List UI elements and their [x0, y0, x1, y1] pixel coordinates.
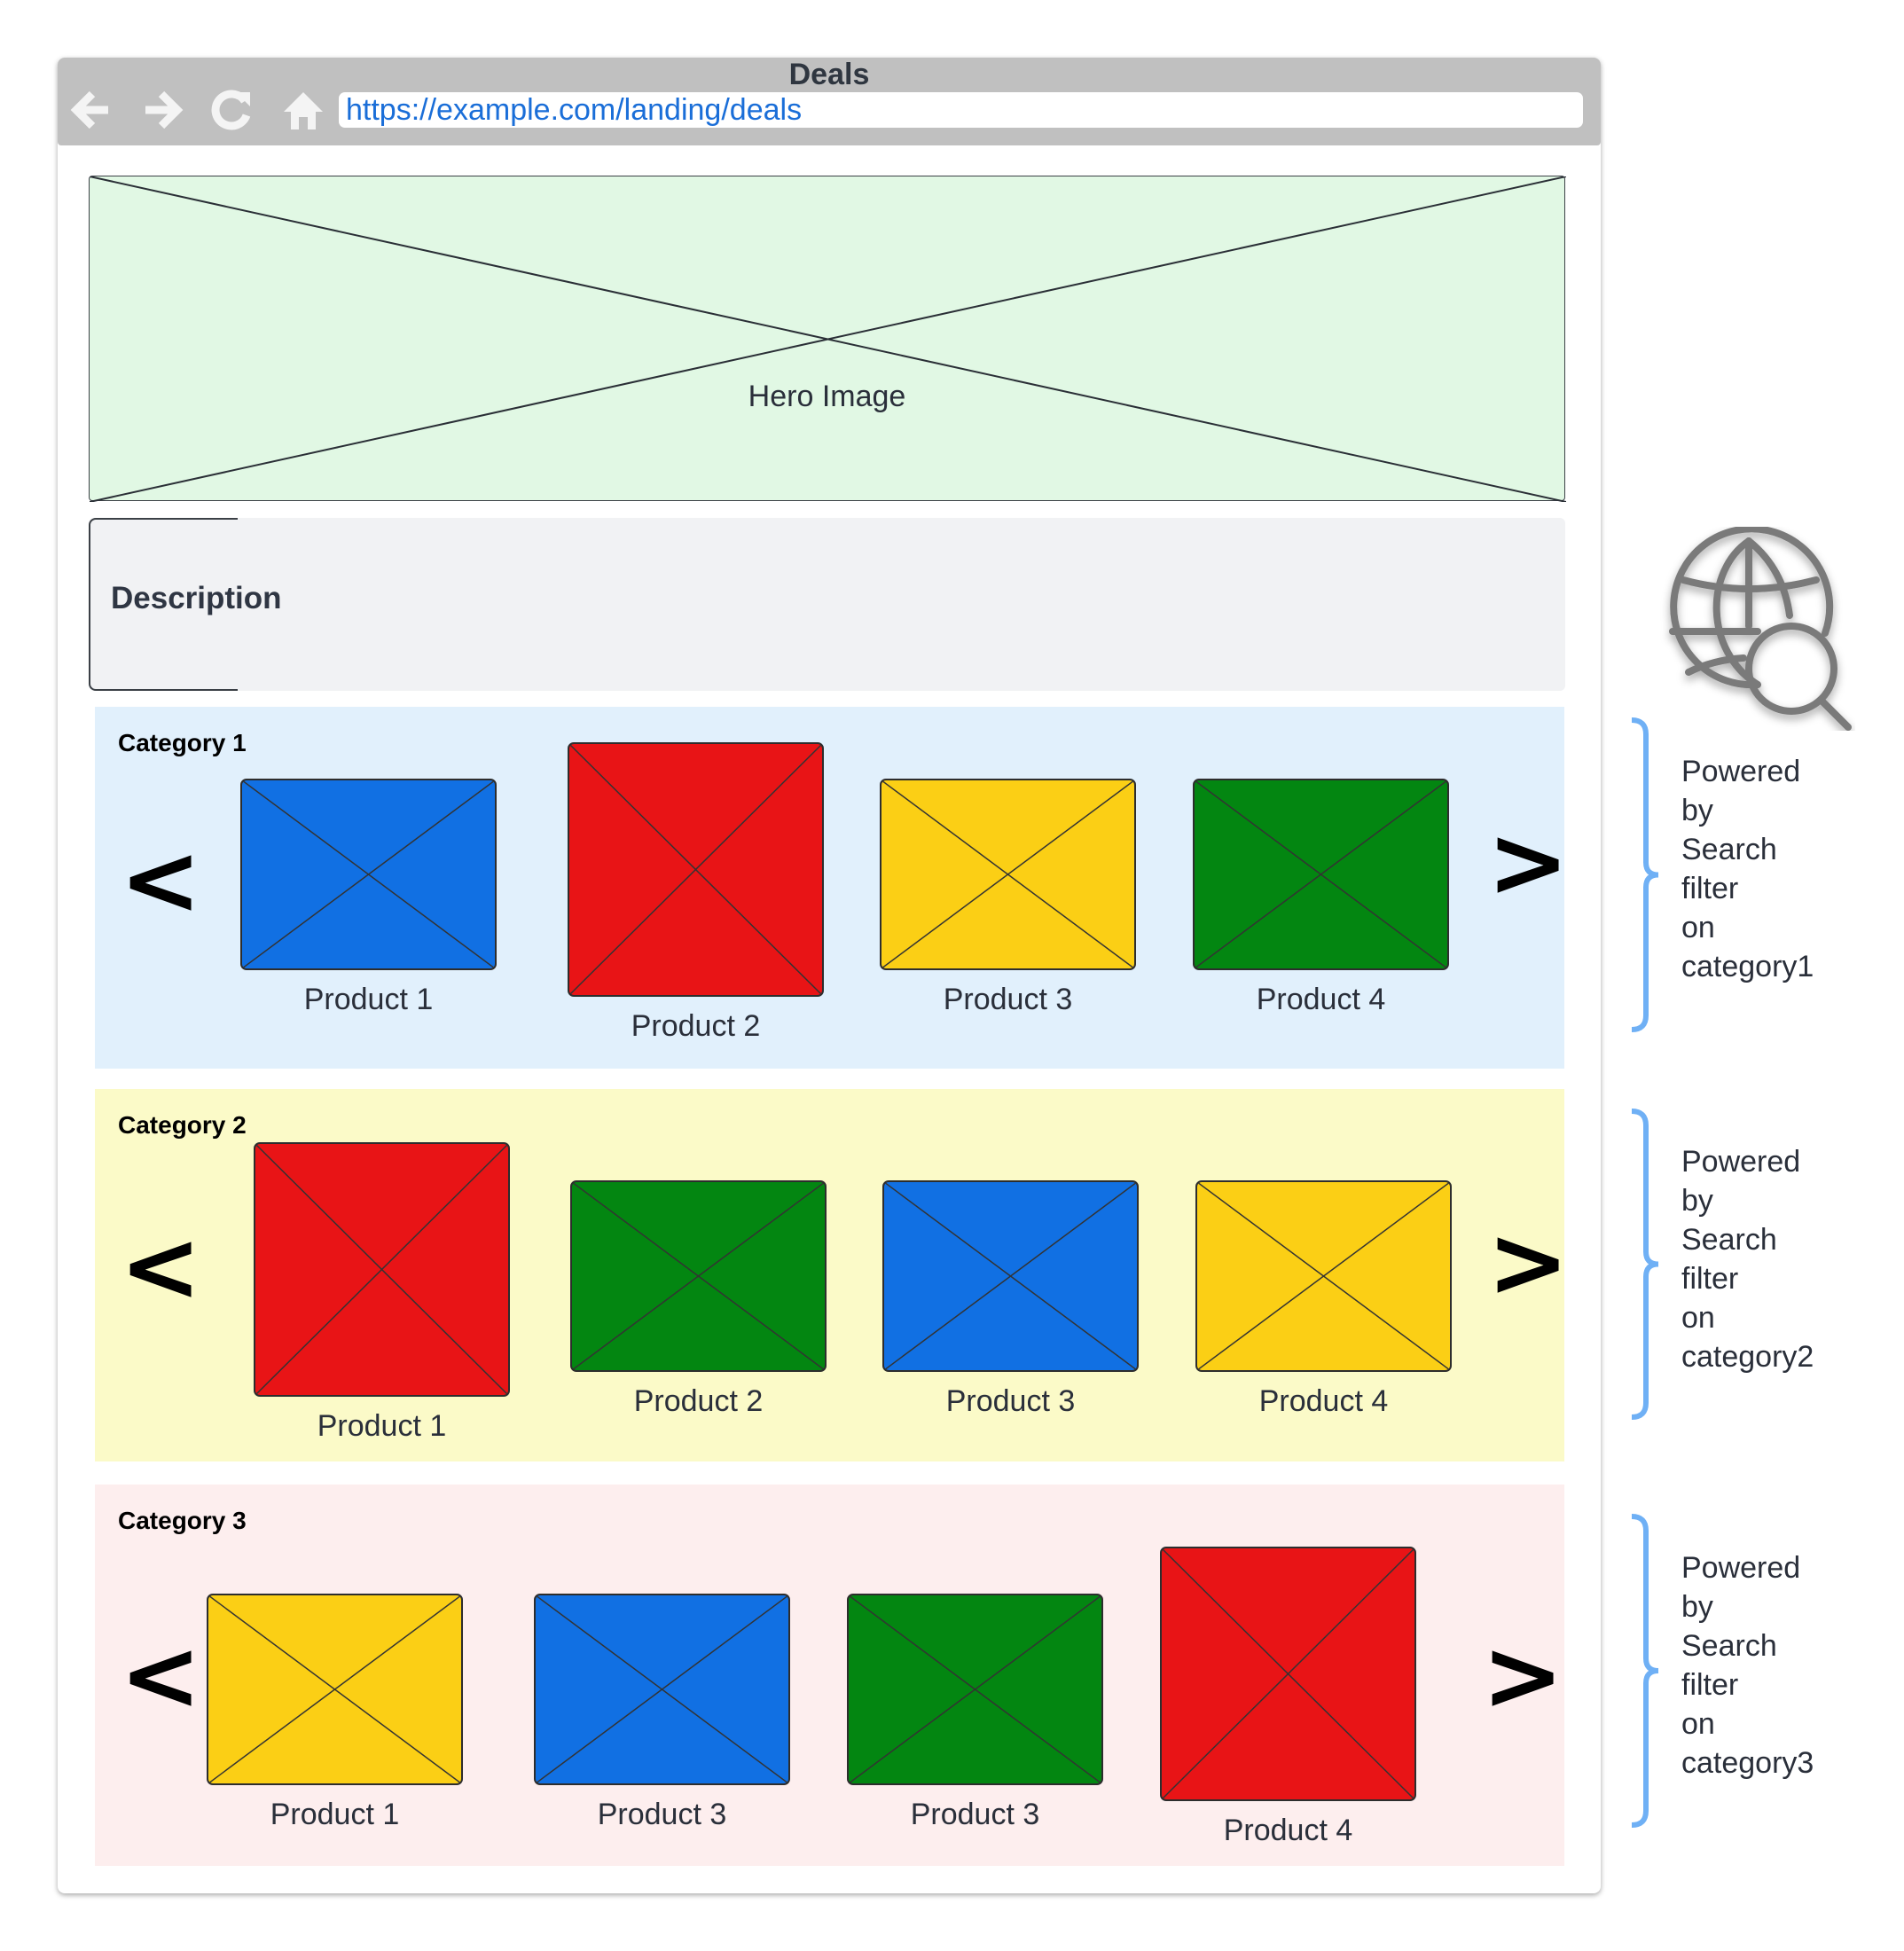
annotation-note: Powered by Search filter on category1	[1681, 752, 1894, 986]
product-card[interactable]	[207, 1594, 463, 1785]
product-label: Product 4	[1256, 983, 1386, 1016]
annotation-line: by	[1681, 1184, 1713, 1218]
annotation-line: filter	[1681, 872, 1739, 905]
hero-label: Hero Image	[748, 380, 906, 413]
category-title: Category 1	[118, 729, 247, 756]
product-label: Product 1	[303, 983, 434, 1016]
carousel-prev-button[interactable]: <	[120, 1626, 201, 1724]
product-card[interactable]	[254, 1142, 510, 1397]
reload-icon[interactable]	[209, 87, 255, 133]
product-card[interactable]	[1193, 779, 1449, 970]
annotation-line: Search	[1681, 833, 1777, 866]
product-label: Product 2	[633, 1384, 764, 1418]
image-placeholder-icon	[1162, 1548, 1414, 1799]
annotation-line: Search	[1681, 1629, 1777, 1663]
description-section	[89, 518, 1565, 691]
annotation-note: Powered by Search filter on category3	[1681, 1548, 1894, 1783]
product-label: Product 3	[597, 1798, 727, 1831]
product-label: Product 3	[910, 1798, 1040, 1831]
image-placeholder-icon	[242, 780, 495, 968]
product-label: Product 2	[631, 1009, 761, 1043]
home-icon[interactable]	[280, 87, 326, 133]
curly-bracket-icon	[1631, 1514, 1659, 1828]
annotation-line: Search	[1681, 1223, 1777, 1257]
product-label: Product 3	[945, 1384, 1076, 1418]
image-placeholder-icon	[881, 780, 1134, 968]
annotation-line: Powered	[1681, 1551, 1801, 1585]
image-placeholder-icon	[849, 1595, 1101, 1783]
description-label: Description	[111, 581, 282, 615]
annotation-line: on	[1681, 1707, 1715, 1741]
image-placeholder-icon	[1195, 780, 1447, 968]
curly-bracket-icon	[1631, 1109, 1659, 1420]
annotation-line: category3	[1681, 1746, 1814, 1780]
product-card[interactable]	[568, 742, 824, 997]
annotation-line: by	[1681, 794, 1713, 827]
product-label: Product 4	[1223, 1814, 1353, 1847]
carousel-next-button[interactable]: >	[1487, 1213, 1569, 1311]
annotation-note: Powered by Search filter on category2	[1681, 1142, 1894, 1376]
image-placeholder-icon	[1197, 1182, 1450, 1370]
image-placeholder-icon	[255, 1144, 508, 1395]
product-label: Product 4	[1258, 1384, 1389, 1418]
annotation-line: on	[1681, 1301, 1715, 1335]
placeholder-cross-icon	[90, 176, 1566, 502]
product-card[interactable]	[534, 1594, 790, 1785]
globe-search-icon	[1669, 527, 1852, 731]
product-card[interactable]	[847, 1594, 1103, 1785]
product-card[interactable]	[1160, 1547, 1416, 1801]
category-title: Category 3	[118, 1507, 247, 1534]
carousel-prev-button[interactable]: <	[120, 1218, 201, 1315]
curly-bracket-icon	[1631, 717, 1659, 1032]
annotation-line: category1	[1681, 950, 1814, 983]
product-card[interactable]	[1195, 1180, 1452, 1372]
annotation-line: filter	[1681, 1668, 1739, 1702]
product-card[interactable]	[570, 1180, 827, 1372]
product-card[interactable]	[240, 779, 497, 970]
carousel-prev-button[interactable]: <	[120, 831, 201, 928]
annotation-line: on	[1681, 911, 1715, 944]
image-placeholder-icon	[572, 1182, 825, 1370]
back-arrow-icon[interactable]	[67, 87, 114, 133]
annotation-line: Powered	[1681, 755, 1801, 788]
annotation-line: by	[1681, 1590, 1713, 1624]
product-card[interactable]	[880, 779, 1136, 970]
image-placeholder-icon	[884, 1182, 1137, 1370]
image-placeholder-icon	[536, 1595, 788, 1783]
product-label: Product 1	[317, 1409, 447, 1443]
annotation-line: Powered	[1681, 1145, 1801, 1179]
forward-arrow-icon[interactable]	[140, 87, 186, 133]
annotation-line: filter	[1681, 1262, 1739, 1296]
category-title: Category 2	[118, 1111, 247, 1139]
annotation-line: category2	[1681, 1340, 1814, 1374]
product-label: Product 1	[270, 1798, 400, 1831]
carousel-next-button[interactable]: >	[1482, 1626, 1563, 1724]
image-placeholder-icon	[208, 1595, 461, 1783]
product-label: Product 3	[943, 983, 1073, 1016]
hero-image-placeholder	[89, 176, 1566, 502]
product-card[interactable]	[882, 1180, 1139, 1372]
url-bar[interactable]: https://example.com/landing/deals	[339, 92, 1583, 128]
carousel-next-button[interactable]: >	[1487, 813, 1569, 911]
image-placeholder-icon	[569, 744, 822, 995]
